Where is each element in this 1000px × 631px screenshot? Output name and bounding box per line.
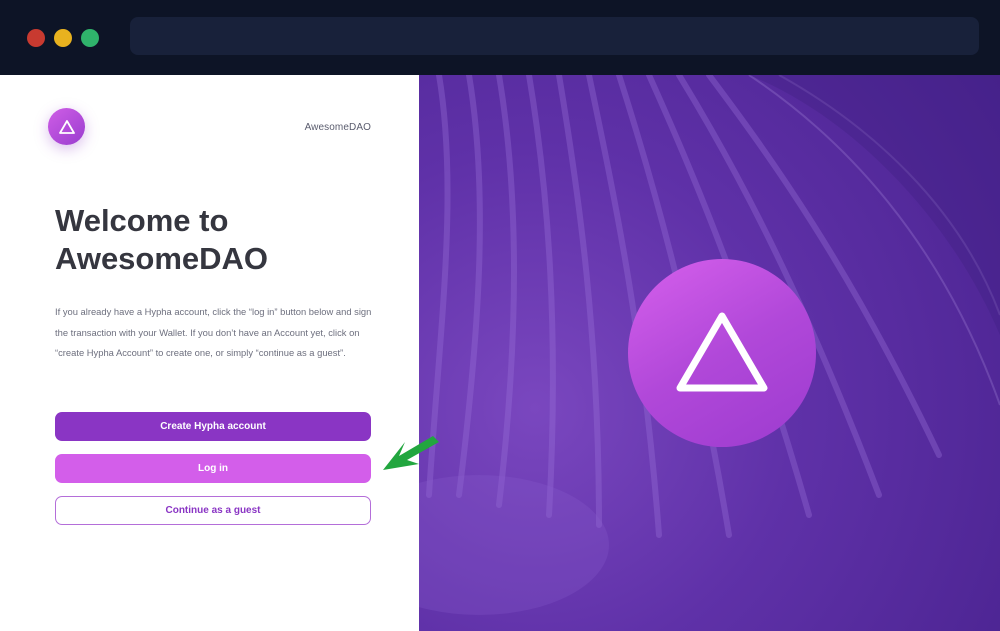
minimize-window-button[interactable]: [54, 29, 72, 47]
login-panel: AwesomeDAO Welcome to AwesomeDAO If you …: [0, 75, 419, 631]
welcome-description: If you already have a Hypha account, cli…: [55, 306, 372, 358]
triangle-icon: [58, 119, 75, 134]
triangle-icon: [676, 312, 768, 392]
maximize-window-button[interactable]: [81, 29, 99, 47]
hero-logo: [628, 259, 816, 447]
title-line-2: AwesomeDAO: [55, 241, 269, 276]
logo[interactable]: [48, 108, 85, 145]
browser-chrome: [0, 0, 1000, 75]
title-line-1: Welcome to: [55, 203, 229, 238]
arrow-icon: [383, 436, 439, 470]
page-title: Welcome to AwesomeDAO: [55, 202, 385, 278]
address-bar[interactable]: [130, 17, 979, 55]
brand-name: AwesomeDAO: [304, 122, 371, 133]
create-account-button[interactable]: Create Hypha account: [55, 412, 371, 441]
close-window-button[interactable]: [27, 29, 45, 47]
login-button[interactable]: Log in: [55, 454, 371, 483]
hero-image: [419, 75, 1000, 631]
continue-as-guest-button[interactable]: Continue as a guest: [55, 496, 371, 525]
